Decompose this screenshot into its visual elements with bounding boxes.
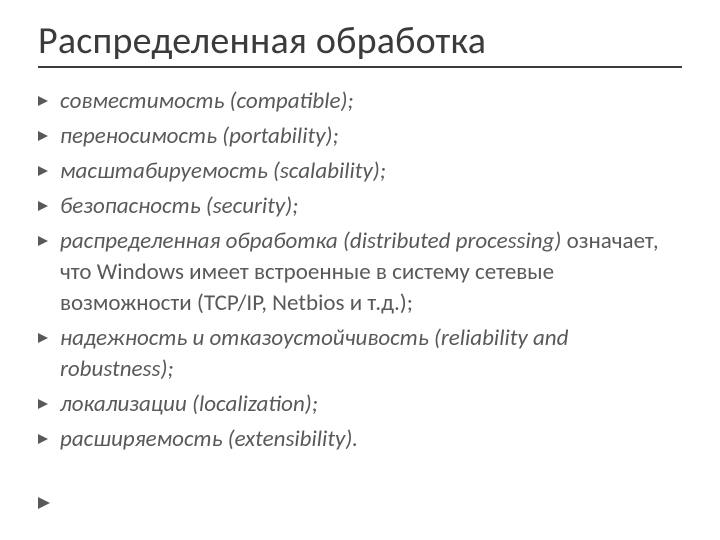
page-title: Распределенная обработка (38, 18, 682, 64)
item-text: расширяемость (extensibility). (60, 424, 682, 455)
title-underline (38, 66, 682, 68)
bullet-list: совместимость (compatible); переносимост… (38, 86, 682, 456)
item-text: распределенная обработка (distributed pr… (60, 226, 682, 319)
triangle-icon (38, 333, 60, 343)
triangle-icon (38, 96, 60, 106)
list-item: переносимость (portability); (38, 121, 682, 152)
list-item: безопасность (security); (38, 191, 682, 222)
triangle-icon (38, 399, 60, 409)
item-italic: надежность и отказоустойчивость (reliabi… (60, 324, 568, 383)
list-item: совместимость (compatible); (38, 86, 682, 117)
triangle-icon (38, 131, 60, 141)
item-text: масштабируемость (scalability); (60, 156, 682, 187)
triangle-icon (38, 434, 60, 444)
item-italic: совместимость (compatible); (60, 87, 354, 115)
list-item: распределенная обработка (distributed pr… (38, 226, 682, 319)
item-text: локализации (localization); (60, 389, 682, 420)
item-text: надежность и отказоустойчивость (reliabi… (60, 323, 682, 385)
list-item: расширяемость (extensibility). (38, 424, 682, 455)
list-item: масштабируемость (scalability); (38, 156, 682, 187)
item-text: совместимость (compatible); (60, 86, 682, 117)
list-item: надежность и отказоустойчивость (reliabi… (38, 323, 682, 385)
item-italic: расширяемость (extensibility). (60, 425, 358, 453)
item-italic: безопасность (security); (60, 192, 298, 220)
triangle-icon (38, 201, 60, 211)
list-item: локализации (localization); (38, 389, 682, 420)
item-italic: локализации (localization); (60, 390, 318, 418)
triangle-icon (38, 166, 60, 176)
item-italic: распределенная обработка (distributed pr… (60, 227, 561, 255)
item-italic: переносимость (portability); (60, 122, 339, 150)
triangle-icon (38, 236, 60, 246)
item-italic: масштабируемость (scalability); (60, 157, 386, 185)
item-text: безопасность (security); (60, 191, 682, 222)
footer-triangle-icon (38, 495, 50, 514)
item-text: переносимость (portability); (60, 121, 682, 152)
slide: Распределенная обработка совместимость (… (0, 0, 720, 540)
